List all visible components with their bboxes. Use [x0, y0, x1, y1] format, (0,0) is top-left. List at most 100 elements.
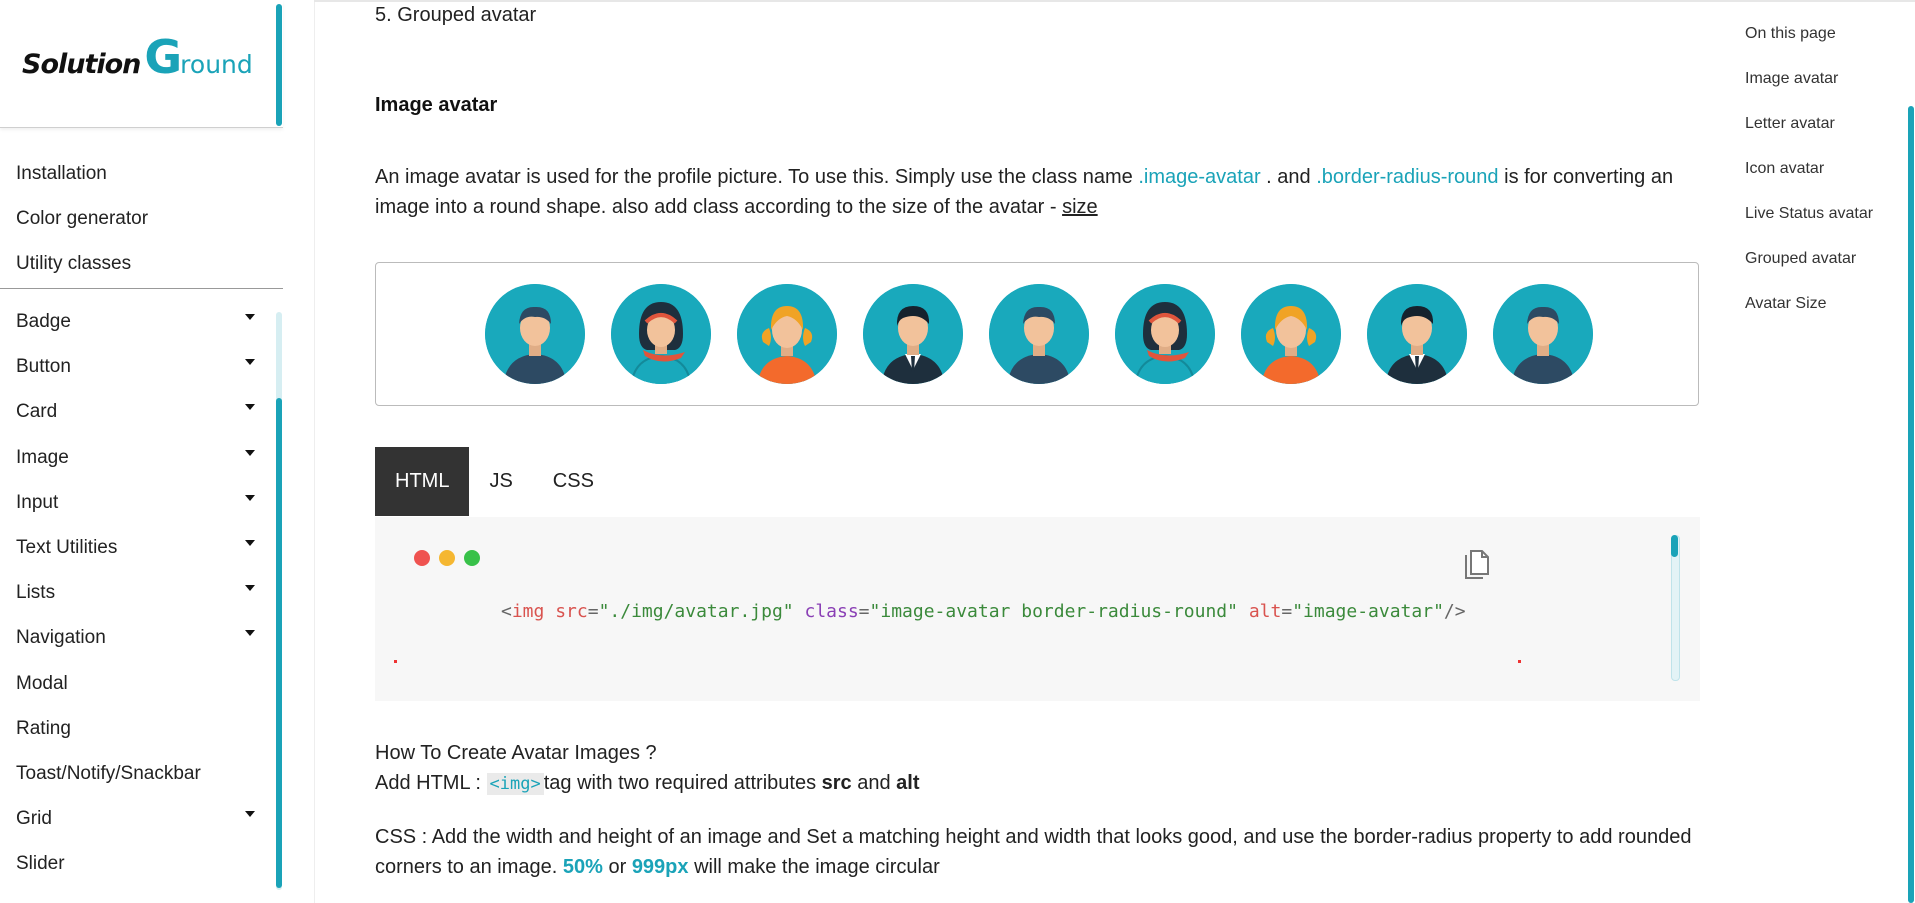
tab-html[interactable]: HTML — [375, 447, 470, 516]
code-scroll-thumb[interactable] — [1671, 535, 1678, 557]
sidebar-item-label: Grid — [16, 808, 52, 830]
toc-link-grouped-avatar[interactable]: Grouped avatar — [1745, 247, 1915, 292]
on-this-page-toc: On this page Image avatar Letter avatar … — [1745, 22, 1915, 337]
caret-down-icon — [245, 359, 255, 366]
toc-link-avatar-size[interactable]: Avatar Size — [1745, 292, 1915, 337]
avatar-male-short-hair-icon — [989, 284, 1089, 384]
avatar-image-3 — [737, 284, 837, 384]
src-attr-label: src — [821, 772, 852, 794]
avatar-female-blonde-icon — [737, 284, 837, 384]
avatar-preview — [375, 262, 1699, 406]
add-html-line: Add HTML : <img> tag with two required at… — [375, 772, 919, 795]
sidebar-item-navigation[interactable]: Navigation — [0, 616, 270, 661]
sidebar-item-toast[interactable]: Toast/Notify/Snackbar — [0, 752, 270, 797]
copy-icon[interactable] — [1463, 549, 1491, 581]
caret-down-icon — [245, 404, 255, 411]
toc-link-live-status-avatar[interactable]: Live Status avatar — [1745, 202, 1915, 247]
code-marker — [394, 660, 397, 663]
sidebar-item-lists[interactable]: Lists — [0, 571, 270, 616]
sidebar-item-button[interactable]: Button — [0, 345, 270, 390]
window-dot-yellow-icon — [439, 550, 455, 566]
avatar-female-headband-icon — [611, 284, 711, 384]
caret-down-icon — [245, 811, 255, 818]
sidebar-item-label: Text Utilities — [16, 536, 118, 558]
avatar-male-suit-icon — [863, 284, 963, 384]
img-tag-chip: <img> — [486, 773, 544, 795]
caret-down-icon — [245, 314, 255, 320]
toc-link-icon-avatar[interactable]: Icon avatar — [1745, 157, 1915, 202]
sidebar-item-image[interactable]: Image — [0, 436, 270, 481]
logo-text-round: round — [180, 50, 253, 79]
alt-attr-label: alt — [896, 772, 920, 794]
sidebar-menu: Badge Button Card Image Input Text Utili… — [0, 300, 270, 887]
sidebar-item-label: Toast/Notify/Snackbar — [16, 762, 201, 784]
tab-js[interactable]: JS — [469, 447, 532, 516]
sidebar-item-rating[interactable]: Rating — [0, 707, 270, 752]
code-tabs: HTML JS CSS — [375, 447, 614, 516]
logo-text-g: G — [144, 30, 183, 84]
avatar-male-suit-icon — [1367, 284, 1467, 384]
tab-css[interactable]: CSS — [533, 447, 614, 516]
sidebar-top-links: Installation Color generator Utility cla… — [0, 155, 283, 290]
logo-text-solution: Solution — [22, 49, 141, 80]
css-text: or — [602, 856, 632, 878]
sidebar-link-utility-classes[interactable]: Utility classes — [0, 245, 283, 290]
code-line: <img src="./img/avatar.jpg" class="image… — [501, 601, 1466, 622]
sidebar-item-label: Modal — [16, 672, 68, 694]
avatar-image-7 — [1241, 284, 1341, 384]
main-edge — [314, 0, 315, 903]
highlight-50-percent: 50% — [562, 856, 603, 878]
class-name-border-radius-round: .border-radius-round — [1316, 166, 1499, 188]
sidebar-divider — [0, 288, 283, 289]
avatar-male-short-hair-icon — [485, 284, 585, 384]
code-block: <img src="./img/avatar.jpg" class="image… — [375, 517, 1700, 701]
avatar-image-4 — [863, 284, 963, 384]
sidebar-item-modal[interactable]: Modal — [0, 662, 270, 707]
sidebar-item-text-utilities[interactable]: Text Utilities — [0, 526, 270, 571]
avatar-image-1 — [485, 284, 585, 384]
desc-text: An image avatar is used for the profile … — [375, 166, 1139, 188]
avatar-female-blonde-icon — [1241, 284, 1341, 384]
sidebar-item-label: Badge — [16, 311, 71, 332]
sidebar-scroll-thumb[interactable] — [276, 398, 282, 888]
section-description: An image avatar is used for the profile … — [375, 162, 1705, 222]
logo-area: SolutionGround — [0, 0, 283, 128]
code-scroll-track[interactable] — [1671, 535, 1680, 681]
sidebar-item-label: Image — [16, 446, 69, 468]
sidebar-item-slider[interactable]: Slider — [0, 842, 270, 887]
add-html-text: tag with two required attributes — [543, 772, 822, 794]
avatar-image-8 — [1367, 284, 1467, 384]
desc-text: . and — [1260, 166, 1317, 188]
logo-scrollbar[interactable] — [276, 4, 282, 126]
code-marker — [1518, 660, 1521, 663]
sidebar-item-input[interactable]: Input — [0, 481, 270, 526]
sidebar-item-label: Rating — [16, 717, 71, 739]
avatar-row — [485, 284, 1593, 384]
toc-link-image-avatar[interactable]: Image avatar — [1745, 67, 1915, 112]
sidebar-item-badge[interactable]: Badge — [0, 300, 270, 345]
avatar-image-2 — [611, 284, 711, 384]
brand-logo[interactable]: SolutionGround — [22, 30, 253, 84]
sidebar-link-installation[interactable]: Installation — [0, 155, 283, 200]
highlight-999px: 999px — [631, 856, 689, 878]
caret-down-icon — [245, 585, 255, 592]
avatar-image-6 — [1115, 284, 1215, 384]
avatar-male-short-hair-icon — [1493, 284, 1593, 384]
section-title: Image avatar — [375, 94, 498, 116]
sidebar-item-grid[interactable]: Grid — [0, 797, 270, 842]
add-html-text: and — [851, 772, 897, 794]
toc-link-letter-avatar[interactable]: Letter avatar — [1745, 112, 1915, 157]
how-to-title: How To Create Avatar Images ? — [375, 742, 657, 764]
caret-down-icon — [245, 494, 255, 501]
caret-down-icon — [245, 630, 255, 637]
sidebar: SolutionGround Installation Color genera… — [0, 0, 283, 903]
sidebar-link-color-generator[interactable]: Color generator — [0, 200, 283, 245]
sidebar-item-card[interactable]: Card — [0, 390, 270, 435]
size-link[interactable]: size — [1062, 196, 1098, 218]
page-scroll-thumb[interactable] — [1908, 106, 1914, 903]
caret-down-icon — [245, 539, 255, 546]
sidebar-item-label: Card — [16, 401, 58, 423]
css-paragraph: CSS : Add the width and height of an ima… — [375, 822, 1705, 882]
window-dot-red-icon — [414, 550, 430, 566]
main-top-border — [314, 0, 1915, 2]
